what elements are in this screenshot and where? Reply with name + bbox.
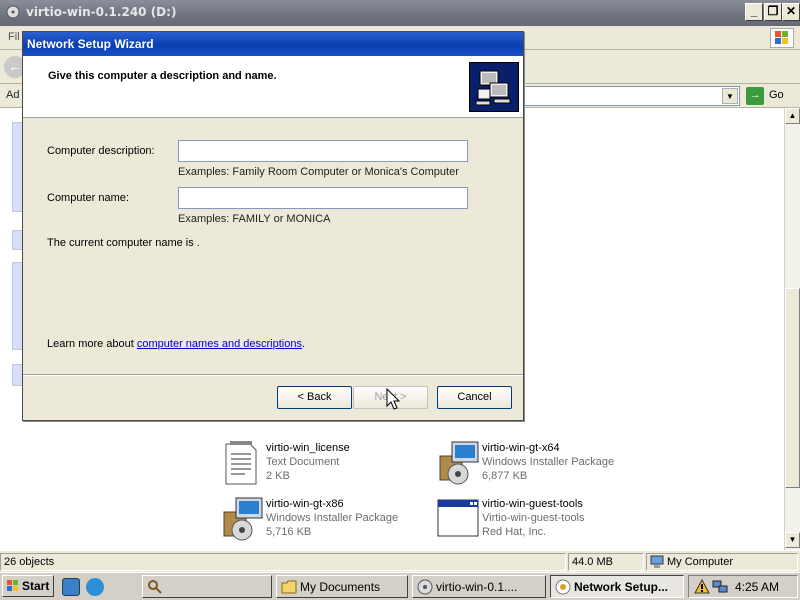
dialog-header: Give this computer a description and nam… xyxy=(23,56,523,118)
file-size: 6,877 KB xyxy=(482,470,528,482)
cd-drive-icon xyxy=(6,5,20,19)
file-name: virtio-win_license xyxy=(266,442,350,454)
file-item[interactable]: virtio-win-guest-tools Virtio-win-guest-… xyxy=(436,496,656,544)
taskbar-task-search[interactable] xyxy=(142,575,272,598)
back-button[interactable]: < Back xyxy=(277,386,352,409)
scroll-down-icon[interactable]: ▼ xyxy=(785,532,800,548)
scroll-thumb[interactable] xyxy=(785,288,800,488)
computer-names-link[interactable]: computer names and descriptions xyxy=(137,338,302,350)
security-warning-icon[interactable] xyxy=(694,579,710,595)
computer-name-label: Computer name: xyxy=(47,192,129,204)
internet-explorer-icon[interactable] xyxy=(86,578,104,596)
folder-icon xyxy=(281,580,297,594)
address-input[interactable]: ▼ xyxy=(520,86,740,106)
current-computer-name-text: The current computer name is . xyxy=(47,237,200,249)
file-size: 2 KB xyxy=(266,470,290,482)
task-label: Network Setup... xyxy=(574,580,669,594)
start-button[interactable]: Start xyxy=(2,575,54,597)
file-name: virtio-win-guest-tools xyxy=(482,498,583,510)
file-name: virtio-win-gt-x86 xyxy=(266,498,344,510)
computer-description-field[interactable] xyxy=(178,140,468,162)
taskbar: Start My Documents virtio-win-0.1.... Ne… xyxy=(0,572,800,600)
dialog-title: Network Setup Wizard xyxy=(27,37,154,51)
status-bar: 26 objects 44.0 MB My Computer xyxy=(0,550,800,572)
task-label: virtio-win-0.1.... xyxy=(436,580,518,594)
file-size: 5,716 KB xyxy=(266,526,312,538)
cancel-button[interactable]: Cancel xyxy=(437,386,512,409)
mouse-cursor-icon xyxy=(386,388,401,410)
dialog-title-bar[interactable]: Network Setup Wizard xyxy=(23,32,523,56)
network-setup-wizard-dialog: Network Setup Wizard Give this computer … xyxy=(22,31,524,421)
status-location-label: My Computer xyxy=(667,556,734,568)
file-name: virtio-win-gt-x64 xyxy=(482,442,560,454)
my-computer-icon xyxy=(650,555,664,568)
file-type: Windows Installer Package xyxy=(266,512,399,524)
status-location: My Computer xyxy=(646,553,798,571)
status-size: 44.0 MB xyxy=(568,553,644,571)
installer-package-icon xyxy=(439,441,479,485)
vertical-scrollbar[interactable]: ▲ ▼ xyxy=(784,108,800,550)
text-document-icon xyxy=(225,441,257,485)
installer-package-icon xyxy=(223,497,263,541)
file-item[interactable]: virtio-win-gt-x64 Windows Installer Pack… xyxy=(436,440,656,488)
status-object-count: 26 objects xyxy=(0,553,566,571)
address-label: Ad xyxy=(6,89,20,101)
learn-more-prefix: Learn more about xyxy=(47,338,137,350)
menu-file[interactable]: Fil xyxy=(8,31,20,43)
network-status-icon[interactable] xyxy=(712,579,728,595)
taskbar-task-network-setup[interactable]: Network Setup... xyxy=(550,575,684,598)
dialog-separator xyxy=(23,374,523,376)
go-arrow-icon: → xyxy=(746,87,764,105)
file-type: Windows Installer Package xyxy=(482,456,615,468)
computer-name-hint: Examples: FAMILY or MONICA xyxy=(178,213,331,225)
system-tray: 4:25 AM xyxy=(688,575,798,598)
dialog-heading: Give this computer a description and nam… xyxy=(48,70,277,82)
network-computers-icon xyxy=(469,62,519,112)
start-label: Start xyxy=(22,579,50,593)
learn-more-text: Learn more about computer names and desc… xyxy=(47,338,305,350)
windows-logo-icon xyxy=(7,580,18,591)
task-label: My Documents xyxy=(300,580,381,594)
explorer-title-bar[interactable]: virtio-win-0.1.240 (D:) _ ❐ ✕ xyxy=(0,0,800,26)
dialog-body: Computer description: Examples: Family R… xyxy=(23,119,523,377)
learn-more-suffix: . xyxy=(301,338,306,350)
minimize-button[interactable]: _ xyxy=(745,3,763,21)
go-button[interactable]: → Go xyxy=(746,86,796,106)
network-wizard-icon xyxy=(555,579,571,595)
taskbar-task-virtio-win[interactable]: virtio-win-0.1.... xyxy=(412,575,546,598)
computer-description-label: Computer description: xyxy=(47,145,155,157)
taskbar-task-my-documents[interactable]: My Documents xyxy=(276,575,408,598)
clock[interactable]: 4:25 AM xyxy=(735,580,779,594)
scroll-up-icon[interactable]: ▲ xyxy=(785,108,800,124)
maximize-button[interactable]: ❐ xyxy=(764,3,782,21)
cd-drive-icon xyxy=(417,579,433,595)
computer-name-field[interactable] xyxy=(178,187,468,209)
file-item[interactable]: virtio-win-gt-x86 Windows Installer Pack… xyxy=(220,496,420,544)
file-type: Text Document xyxy=(266,456,340,468)
file-item[interactable]: virtio-win_license Text Document 2 KB xyxy=(220,440,420,488)
close-button[interactable]: ✕ xyxy=(782,3,800,21)
show-desktop-icon[interactable] xyxy=(62,578,80,596)
file-type: Virtio-win-guest-tools xyxy=(482,512,585,524)
windows-logo-icon xyxy=(770,28,794,48)
computer-description-hint: Examples: Family Room Computer or Monica… xyxy=(178,166,459,178)
explorer-title: virtio-win-0.1.240 (D:) xyxy=(26,5,177,19)
go-label: Go xyxy=(769,89,784,101)
application-window-icon xyxy=(437,499,479,537)
chevron-down-icon[interactable]: ▼ xyxy=(722,88,738,104)
search-icon xyxy=(148,580,162,594)
file-publisher: Red Hat, Inc. xyxy=(482,526,547,538)
